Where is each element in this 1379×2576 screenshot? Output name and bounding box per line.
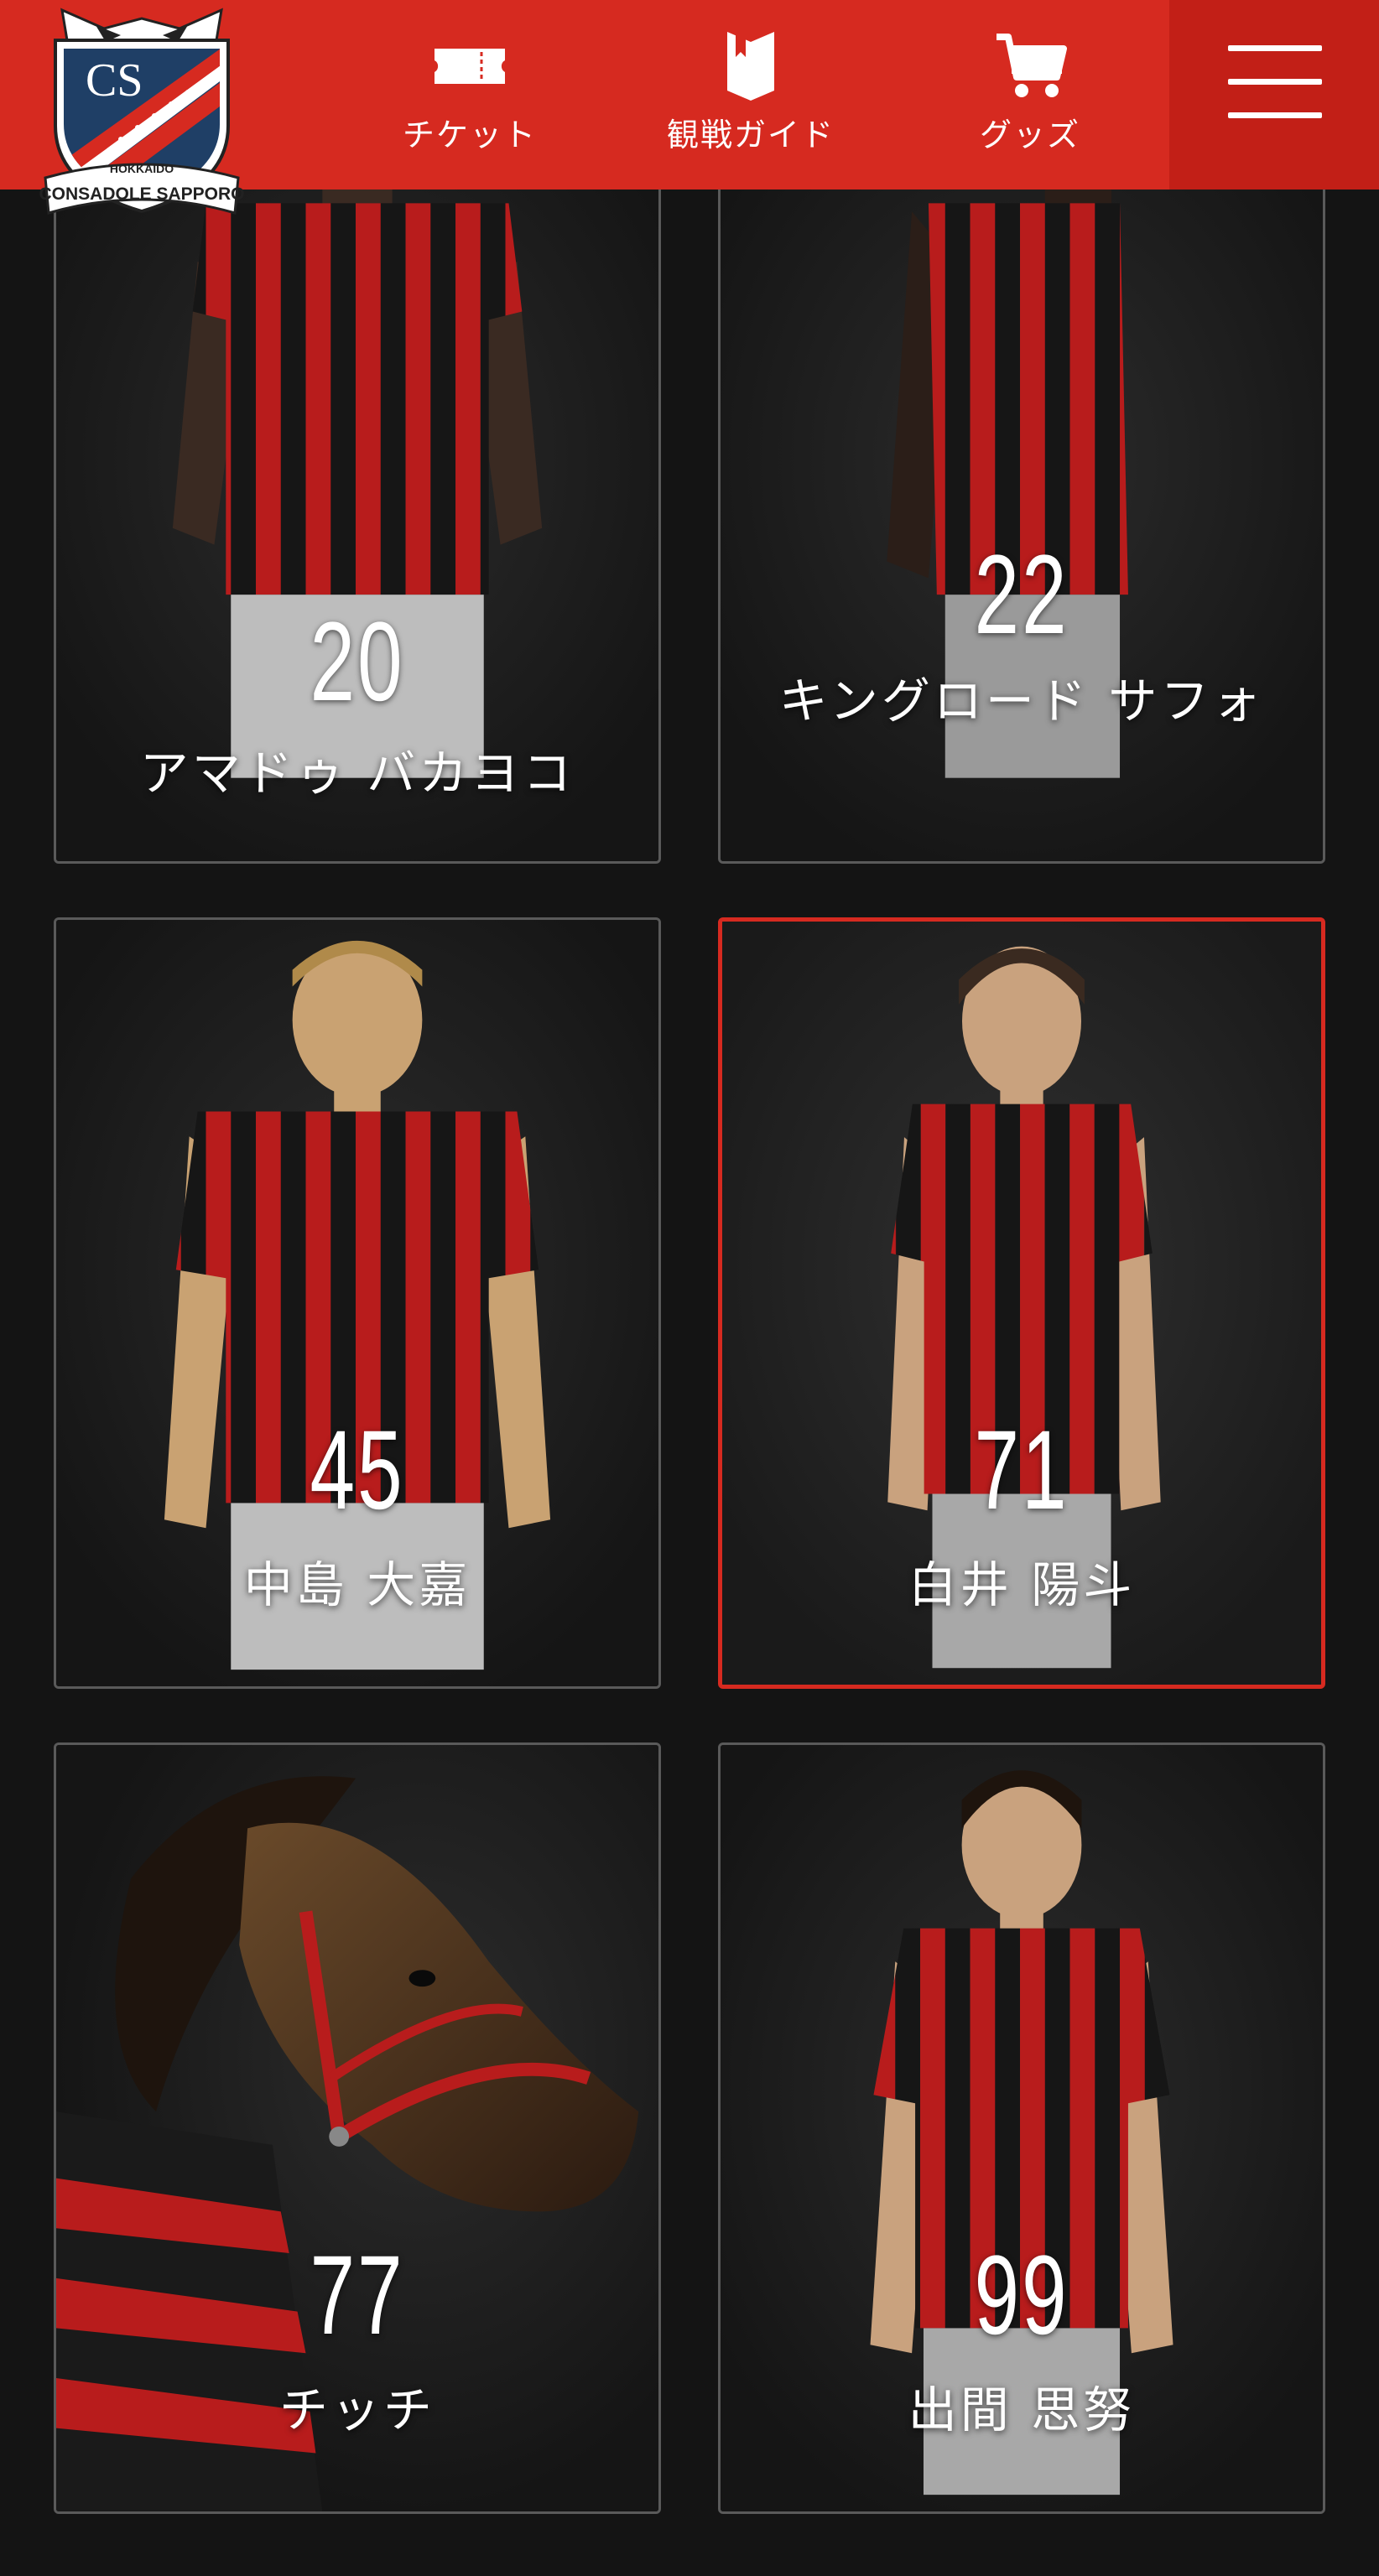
hamburger-menu-icon [1228, 45, 1322, 121]
player-name: 出間 思努 [908, 2381, 1136, 2438]
player-name: チッチ [278, 2381, 435, 2438]
ticket-icon [435, 49, 505, 84]
player-number: 71 [974, 1408, 1069, 1533]
player-number: 22 [974, 532, 1069, 657]
player-card[interactable]: 45 中島 大嘉 [54, 917, 661, 1689]
cart-icon [997, 34, 1067, 97]
player-card[interactable]: 22 キングロード サフォ [718, 126, 1325, 864]
player-number: 45 [310, 1408, 405, 1533]
player-card[interactable]: 77 チッチ [54, 1742, 661, 2514]
player-card[interactable]: 99 出間 思努 [718, 1742, 1325, 2514]
player-number: 77 [310, 2233, 405, 2358]
player-name: キングロード サフォ [778, 673, 1265, 730]
nav-ticket[interactable]: チケット [344, 15, 596, 158]
player-number: 99 [974, 2233, 1069, 2358]
svg-text:HOKKAIDO: HOKKAIDO [110, 162, 174, 175]
guide-book-icon [727, 32, 774, 101]
nav-guide-label: 観戦ガイド [666, 117, 835, 153]
player-name: アマドゥ バカヨコ [139, 745, 575, 802]
player-photo [721, 128, 1323, 861]
nav-ticket-label: チケット [402, 117, 537, 153]
player-card[interactable]: 20 アマドゥ バカヨコ [54, 126, 661, 864]
svg-text:CONSADOLE SAPPORO: CONSADOLE SAPPORO [39, 184, 244, 204]
player-name: 白井 陽斗 [908, 1556, 1136, 1613]
club-logo[interactable]: CS HOKKAIDO CONSADOLE SAPPORO [37, 0, 247, 228]
player-card-selected[interactable]: 71 白井 陽斗 [718, 917, 1325, 1689]
nav-goods[interactable]: グッズ [904, 15, 1156, 158]
nav-goods-label: グッズ [979, 117, 1080, 153]
player-name: 中島 大嘉 [243, 1556, 471, 1613]
svg-text:CS: CS [86, 55, 143, 106]
menu-button[interactable] [1169, 0, 1379, 190]
nav-guide[interactable]: 観戦ガイド [625, 15, 877, 158]
player-number: 20 [310, 600, 405, 724]
